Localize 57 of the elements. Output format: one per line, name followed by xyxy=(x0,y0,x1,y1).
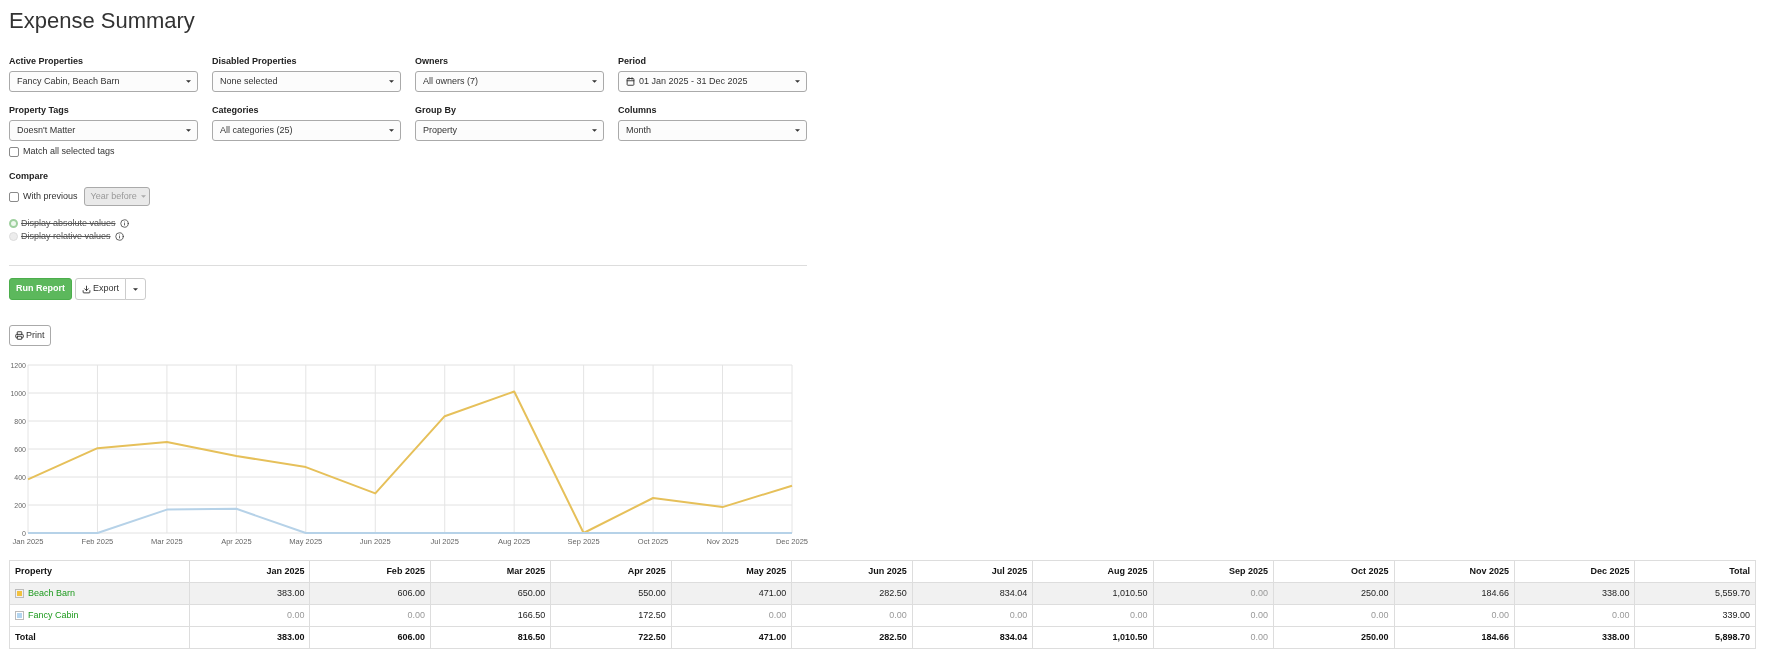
print-button[interactable]: Print xyxy=(9,325,51,346)
select-dropdown[interactable]: All categories (25) xyxy=(212,120,401,141)
field-label: Active Properties xyxy=(9,55,84,67)
caret-icon xyxy=(133,287,138,291)
column-header: Feb 2025 xyxy=(309,560,431,583)
column-header: Jan 2025 xyxy=(189,560,310,583)
page-title: Expense Summary xyxy=(9,7,195,35)
property-link[interactable]: Fancy Cabin xyxy=(28,608,79,623)
field-label: Categories xyxy=(212,104,259,116)
column-header: Jul 2025 xyxy=(912,560,1033,583)
field-label: Property Tags xyxy=(9,104,69,116)
export-button[interactable]: Export xyxy=(75,278,126,300)
column-header: May 2025 xyxy=(671,560,792,583)
select-dropdown[interactable]: Fancy Cabin, Beach Barn xyxy=(9,71,198,92)
column-header: Aug 2025 xyxy=(1032,560,1154,583)
caret-icon xyxy=(592,129,597,132)
select-dropdown[interactable]: Month xyxy=(618,120,807,141)
select-dropdown[interactable]: Doesn't Matter xyxy=(9,120,198,141)
caret-icon xyxy=(389,80,394,83)
checkbox-label: Match all selected tags xyxy=(23,145,115,159)
column-header: Sep 2025 xyxy=(1153,560,1274,583)
checkbox-label: With previous xyxy=(23,189,78,203)
column-header: Nov 2025 xyxy=(1394,560,1515,583)
column-header: Oct 2025 xyxy=(1273,560,1395,583)
date-range-dropdown[interactable]: 01 Jan 2025 - 31 Dec 2025 xyxy=(618,71,807,92)
caret-icon xyxy=(186,80,191,83)
column-header: Dec 2025 xyxy=(1514,560,1635,583)
column-header: Apr 2025 xyxy=(550,560,672,583)
info-icon[interactable] xyxy=(114,232,124,241)
table-cell: Total xyxy=(9,626,190,649)
checkbox[interactable] xyxy=(9,147,19,157)
info-icon[interactable] xyxy=(119,219,129,228)
column-header: Property xyxy=(9,560,190,583)
field-label: Period xyxy=(618,55,646,67)
field-label: Disabled Properties xyxy=(212,55,297,67)
column-header: Total xyxy=(1634,560,1756,583)
field-label: Owners xyxy=(415,55,448,67)
calendar-icon xyxy=(626,77,635,86)
select-dropdown[interactable]: Property xyxy=(415,120,604,141)
caret-icon xyxy=(186,129,191,132)
column-header: Mar 2025 xyxy=(430,560,551,583)
field-label: Columns xyxy=(618,104,657,116)
column-header: Jun 2025 xyxy=(791,560,913,583)
caret-icon xyxy=(140,195,146,198)
radio-label: Display absolute values xyxy=(21,216,116,230)
radio-label: Display relative values xyxy=(21,229,111,243)
caret-icon xyxy=(389,129,394,132)
caret-icon xyxy=(795,129,800,132)
caret-icon xyxy=(795,80,800,83)
select-dropdown[interactable]: None selected xyxy=(212,71,401,92)
checkbox[interactable] xyxy=(9,191,19,202)
section-label: Compare xyxy=(9,170,48,182)
printer-icon xyxy=(15,331,24,340)
caret-icon xyxy=(592,80,597,83)
field-label: Group By xyxy=(415,104,456,116)
select-dropdown[interactable]: All owners (7) xyxy=(415,71,604,92)
download-icon xyxy=(82,284,91,294)
